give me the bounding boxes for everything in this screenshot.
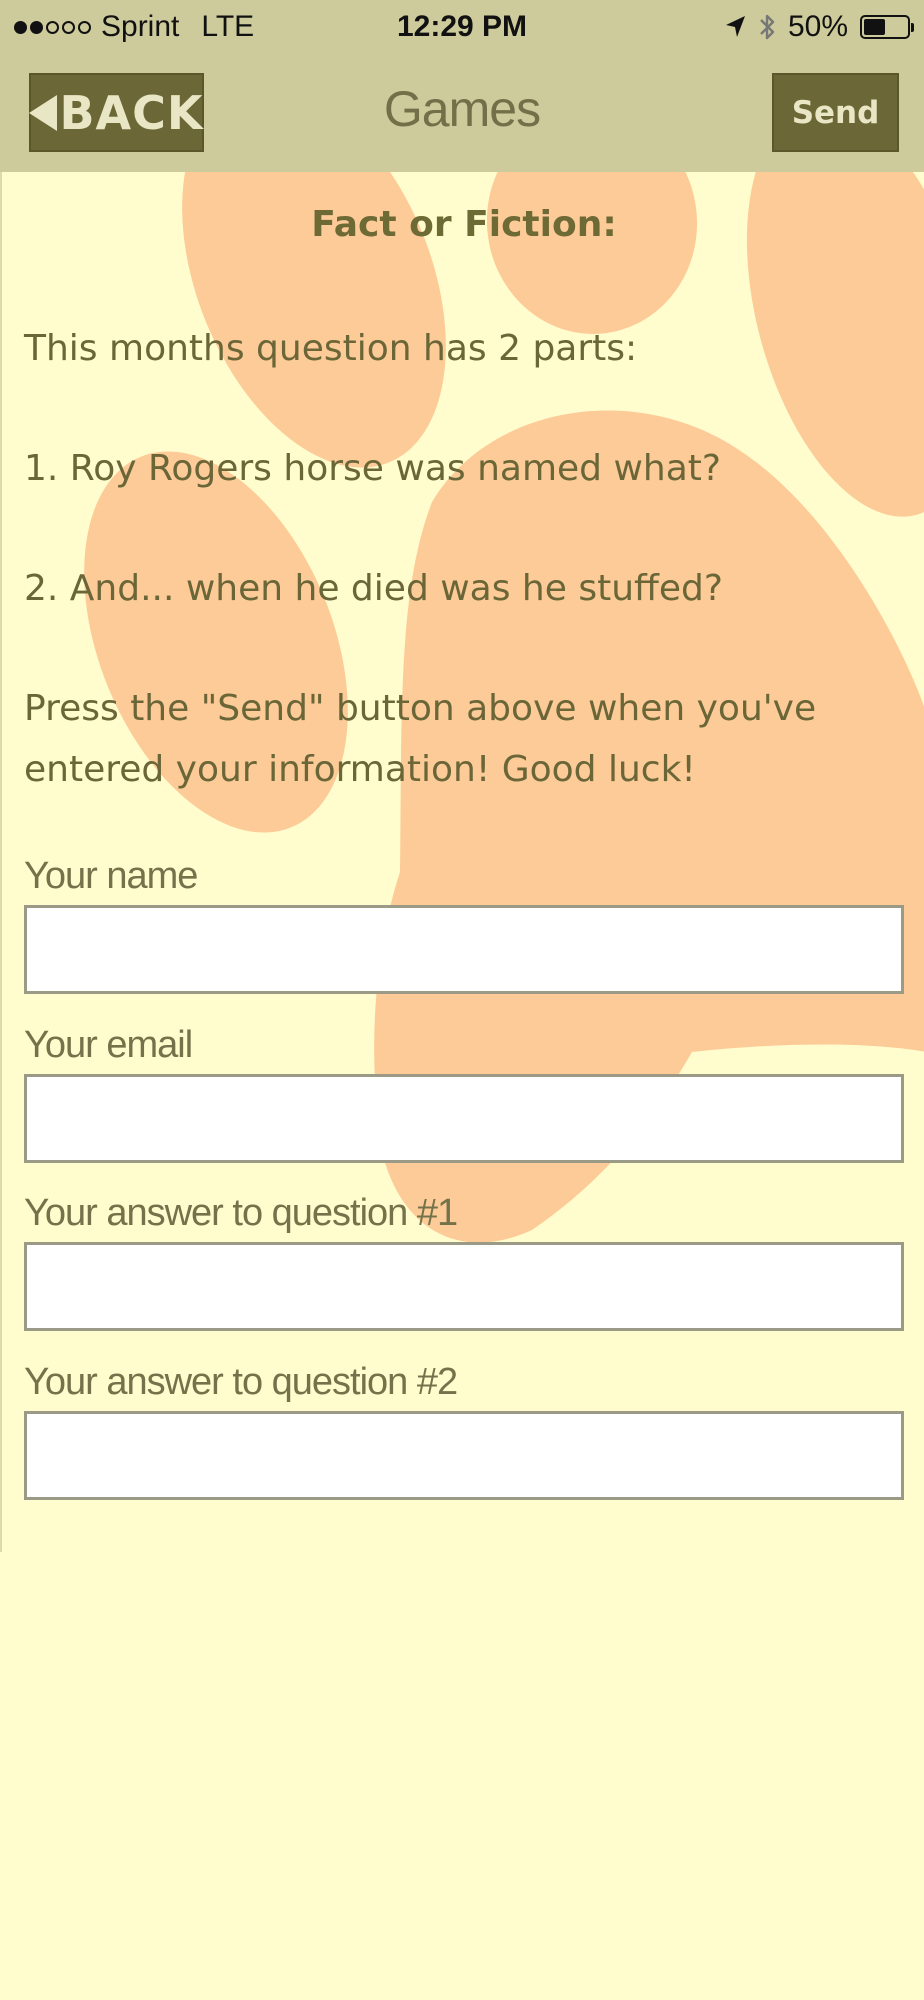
- send-button[interactable]: Send: [772, 73, 899, 152]
- question-1-text: 1. Roy Rogers horse was named what?: [24, 448, 722, 489]
- email-field[interactable]: [24, 1074, 904, 1163]
- answer-1-field[interactable]: [24, 1242, 904, 1331]
- battery-level: [864, 19, 885, 35]
- intro-text: This months question has 2 parts:: [24, 328, 638, 369]
- game-content: Fact or Fiction: This months question ha…: [0, 172, 924, 1552]
- name-field-label: Your name: [24, 855, 198, 897]
- battery-icon: [860, 15, 914, 39]
- answer-1-field-label: Your answer to question #1: [24, 1192, 458, 1234]
- status-bar: Sprint LTE 12:29 PM 50%: [0, 0, 924, 56]
- bluetooth-icon: [760, 14, 775, 40]
- answer-2-field-label: Your answer to question #2: [24, 1361, 458, 1403]
- games-screen: Sprint LTE 12:29 PM 50% BACK Games Send …: [0, 0, 924, 2000]
- battery-percent: 50%: [787, 10, 848, 43]
- question-2-text: 2. And... when he died was he stuffed?: [24, 568, 723, 609]
- instructions-text: Press the "Send" button above when you'v…: [24, 688, 817, 790]
- header: Sprint LTE 12:29 PM 50% BACK Games Send: [0, 0, 924, 172]
- answer-2-field[interactable]: [24, 1411, 904, 1500]
- location-arrow-icon: [725, 16, 745, 37]
- name-field[interactable]: [24, 905, 904, 994]
- game-title: Fact or Fiction:: [311, 204, 617, 245]
- email-field-label: Your email: [24, 1024, 193, 1066]
- status-right: 50%: [724, 10, 914, 44]
